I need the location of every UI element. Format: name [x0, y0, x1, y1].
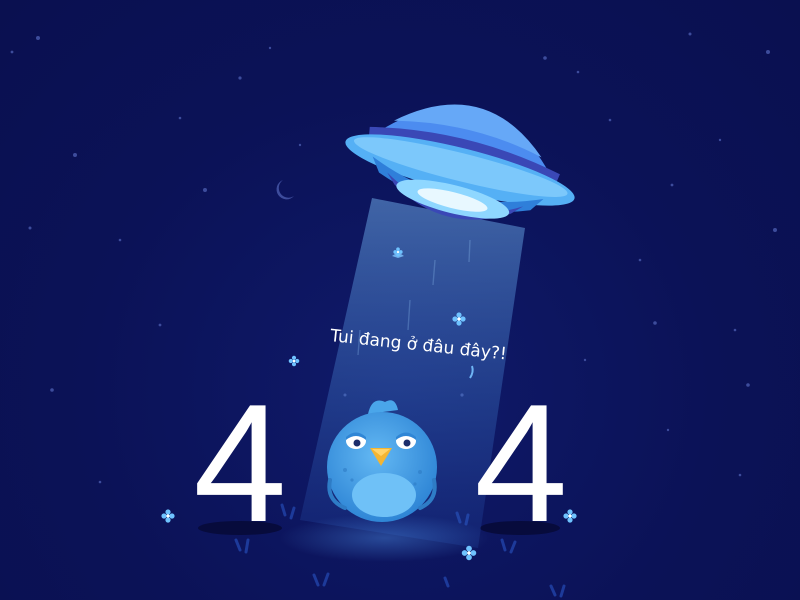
bird-character — [327, 400, 437, 522]
not-found-scene: 4 4 Tui đang ở đâu đây?! — [0, 0, 800, 600]
bird-crest — [368, 400, 398, 414]
